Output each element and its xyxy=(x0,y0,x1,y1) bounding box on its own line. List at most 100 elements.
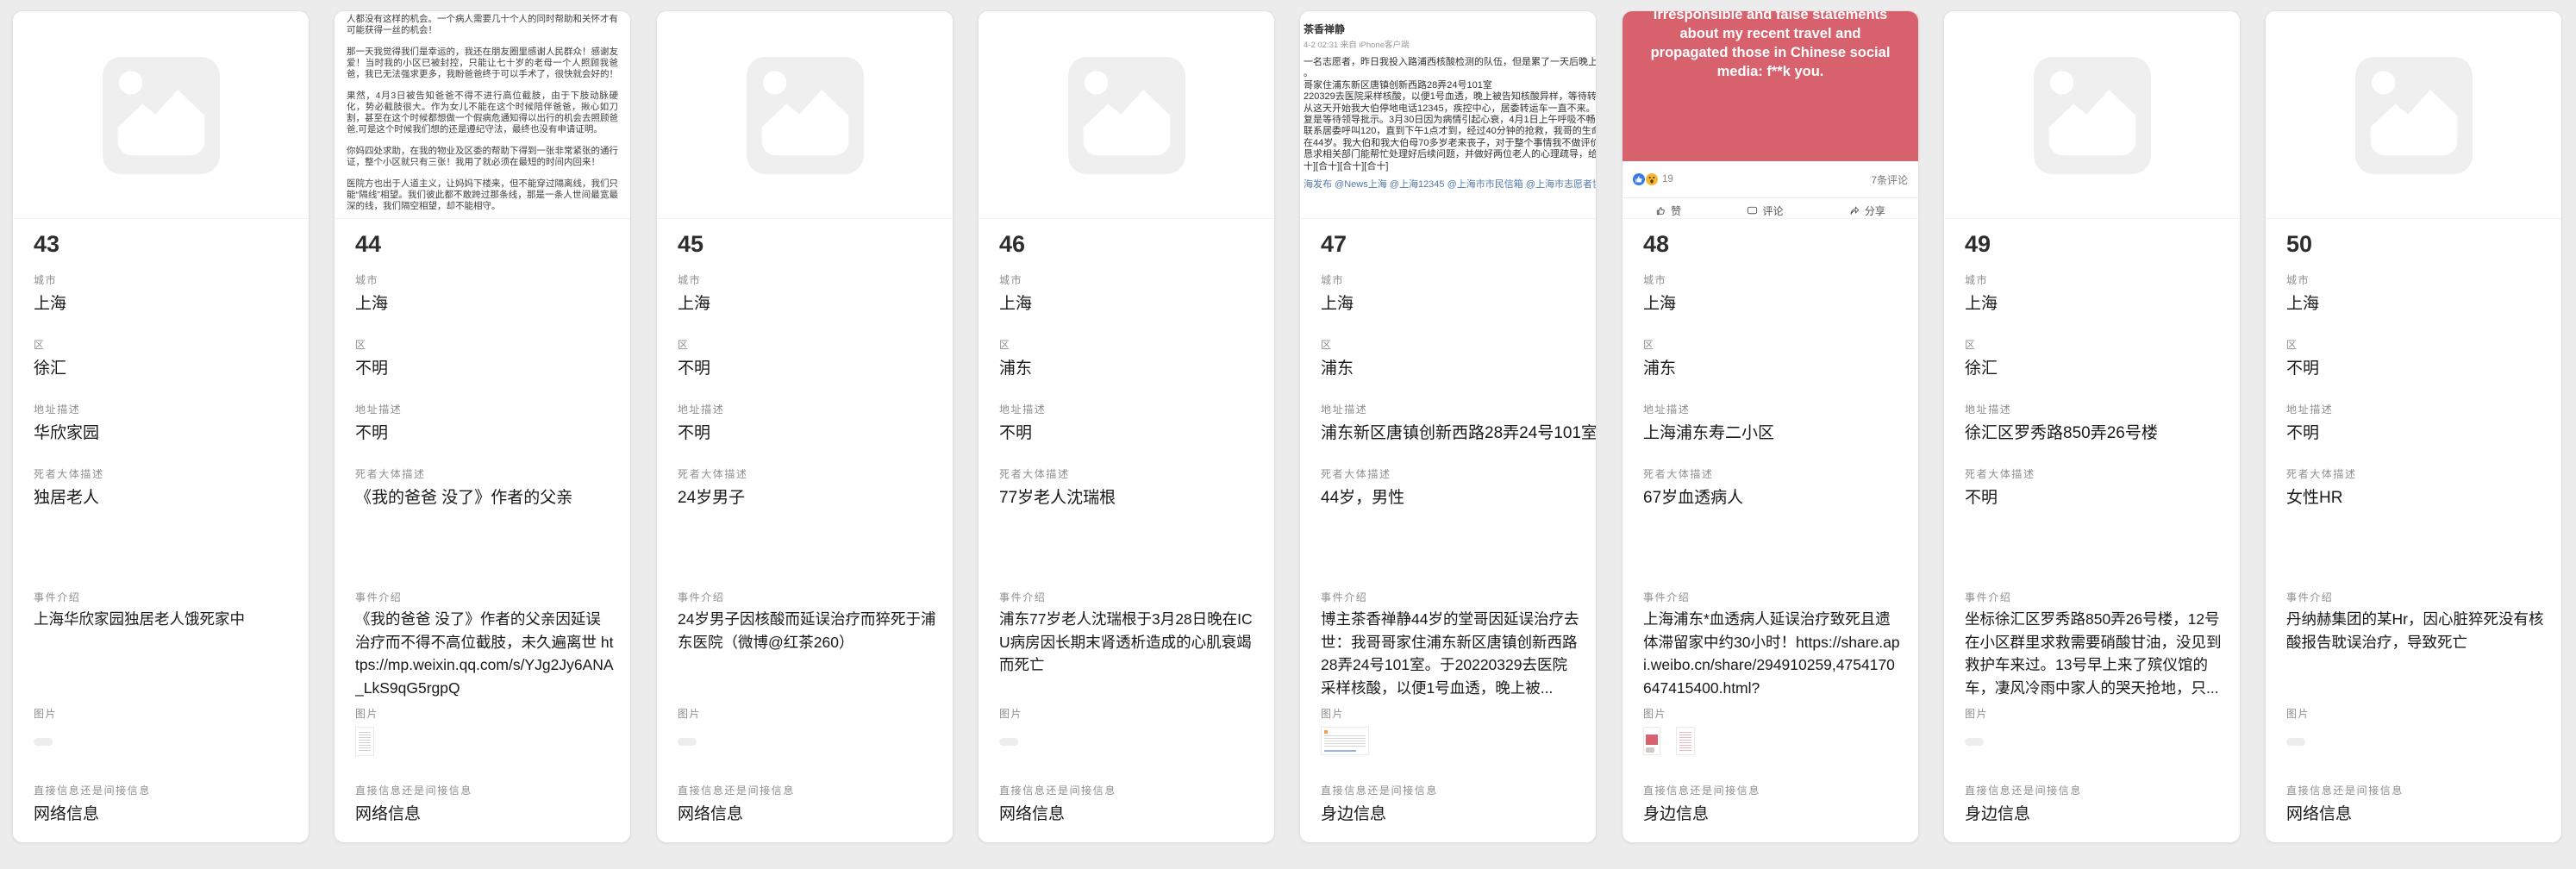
reaction-row: 19 7条评论 xyxy=(1623,161,1918,197)
red-image-thumbnail[interactable] xyxy=(1643,727,1660,755)
field-value-address: 浦东新区唐镇创新西路28弄24号101室 xyxy=(1321,420,1597,443)
field-label-event: 事件介绍 xyxy=(678,590,724,604)
field-label-city: 城市 xyxy=(1321,272,1344,287)
record-card[interactable]: 茶香禅静 4-2 02:31 来自 iPhone客户端 一名志愿者，昨日我投入路… xyxy=(1299,10,1597,843)
field-value-city: 上海 xyxy=(1321,291,1354,314)
record-card[interactable]: irresponsible and false statements about… xyxy=(1622,10,1919,843)
record-number: 47 xyxy=(1321,231,1347,258)
field-label-image: 图片 xyxy=(678,706,701,721)
gallery-page: 43 城市 上海 区 徐汇 地址描述 华欣家园 死者大体描述 独居老人 事件介绍… xyxy=(0,0,2576,869)
field-value-event: 浦东77岁老人沈瑞根于3月28日晚在ICU病房因长期末肾透析造成的心肌衰竭而死亡 xyxy=(999,608,1258,677)
field-label-event: 事件介绍 xyxy=(355,590,402,604)
red-statement-block: irresponsible and false statements about… xyxy=(1623,11,1918,161)
field-label-event: 事件介绍 xyxy=(2286,590,2333,604)
record-card[interactable]: 45 城市 上海 区 不明 地址描述 不明 死者大体描述 24岁男子 事件介绍 … xyxy=(656,10,953,843)
image-thumbnails xyxy=(355,727,374,760)
weibo-text-line: 从这天开始我大伯停地电话12345，疾控中心，居委转运车一直不来。永 xyxy=(1304,103,1596,115)
field-label-address: 地址描述 xyxy=(1965,402,2011,416)
field-value-direct: 身边信息 xyxy=(1643,801,1709,824)
field-value-city: 上海 xyxy=(1965,291,1998,314)
like-emoji-icon xyxy=(1633,173,1645,185)
record-card[interactable]: 50 城市 上海 区 不明 地址描述 不明 死者大体描述 女性HR 事件介绍 丹… xyxy=(2265,10,2562,843)
field-value-direct: 网络信息 xyxy=(999,801,1065,824)
field-value-address: 华欣家园 xyxy=(34,420,99,443)
field-value-city: 上海 xyxy=(355,291,388,314)
field-label-district: 区 xyxy=(1965,337,1977,352)
weibo-text-line: 哥家住浦东新区唐镇创新西路28弄24号101室 xyxy=(1304,80,1596,91)
field-label-deceased: 死者大体描述 xyxy=(1965,466,2035,481)
card-cover xyxy=(979,11,1274,219)
weibo-thumbnail[interactable] xyxy=(1321,727,1369,755)
field-value-city: 上海 xyxy=(34,291,66,314)
weibo-body: 一名志愿者，昨日我投入路浦西核酸检测的队伍，但是累了一天后晚上接。哥家住浦东新区… xyxy=(1304,57,1596,172)
field-value-district: 徐汇 xyxy=(1965,355,1998,378)
image-thumbnails xyxy=(2286,727,2305,760)
field-value-event: 丹纳赫集团的某Hr，因心脏猝死没有核酸报告耽误治疗，导致死亡 xyxy=(2286,608,2545,653)
field-value-district: 不明 xyxy=(355,355,388,378)
field-label-address: 地址描述 xyxy=(1643,402,1690,416)
record-number: 48 xyxy=(1643,231,1669,258)
record-number: 43 xyxy=(34,231,59,258)
field-value-deceased: 不明 xyxy=(1965,485,1998,508)
image-thumbnails xyxy=(34,727,53,760)
weibo-text-line: 恳求相关部门能帮忙处理好后续问题，并做好两位老人的心理疏导，给予 xyxy=(1304,149,1596,160)
empty-image-pill xyxy=(1965,738,1984,746)
field-label-deceased: 死者大体描述 xyxy=(678,466,748,481)
article-paragraph: 果然，4月3日被告知爸爸不得不进行高位截肢，由于下肢动脉硬化，势必截肢很大。作为… xyxy=(347,91,618,135)
field-label-deceased: 死者大体描述 xyxy=(2286,466,2357,481)
card-cover xyxy=(13,11,309,219)
weibo-text-line: 复是等待领导批示。3月30日因为病情引起心衰，4月1日上午呼吸不畅， xyxy=(1304,115,1596,126)
field-label-direct: 直接信息还是间接信息 xyxy=(1965,783,2082,797)
red-text-thumbnail[interactable] xyxy=(1676,727,1695,755)
field-value-address: 不明 xyxy=(2286,420,2319,443)
field-label-image: 图片 xyxy=(1321,706,1344,721)
record-card[interactable]: 43 城市 上海 区 徐汇 地址描述 华欣家园 死者大体描述 独居老人 事件介绍… xyxy=(12,10,309,843)
field-label-image: 图片 xyxy=(34,706,57,721)
image-placeholder-icon xyxy=(2355,57,2473,174)
field-label-deceased: 死者大体描述 xyxy=(1321,466,1391,481)
document-thumbnail[interactable] xyxy=(355,727,374,756)
field-label-direct: 直接信息还是间接信息 xyxy=(34,783,151,797)
field-value-address: 不明 xyxy=(999,420,1032,443)
field-label-deceased: 死者大体描述 xyxy=(1643,466,1714,481)
record-card[interactable]: 49 城市 上海 区 徐汇 地址描述 徐汇区罗秀路850弄26号楼 死者大体描述… xyxy=(1943,10,2241,843)
field-value-district: 不明 xyxy=(2286,355,2319,378)
empty-image-pill xyxy=(2286,738,2305,746)
weibo-timestamp: 4-2 02:31 来自 iPhone客户端 xyxy=(1304,38,1596,50)
field-label-address: 地址描述 xyxy=(678,402,724,416)
field-value-deceased: 24岁男子 xyxy=(678,485,745,508)
field-label-district: 区 xyxy=(355,337,367,352)
image-placeholder-icon xyxy=(2034,57,2151,174)
field-value-address: 徐汇区罗秀路850弄26号楼 xyxy=(1965,420,2158,443)
weibo-text-line: 一名志愿者，昨日我投入路浦西核酸检测的队伍，但是累了一天后晚上接 xyxy=(1304,57,1596,68)
field-label-deceased: 死者大体描述 xyxy=(355,466,426,481)
field-label-city: 城市 xyxy=(999,272,1022,287)
weibo-username: 茶香禅静 xyxy=(1304,22,1596,36)
field-label-direct: 直接信息还是间接信息 xyxy=(999,783,1116,797)
card-cover xyxy=(2266,11,2561,219)
field-label-district: 区 xyxy=(1321,337,1333,352)
statement-image: irresponsible and false statements about… xyxy=(1623,11,1918,219)
record-number: 49 xyxy=(1965,231,1991,258)
field-label-event: 事件介绍 xyxy=(1965,590,2011,604)
field-value-city: 上海 xyxy=(1643,291,1676,314)
field-value-city: 上海 xyxy=(999,291,1032,314)
weibo-text-line: 在44岁。我大伯和我大伯母70多岁老来丧子，对于整个事情我不做评价， xyxy=(1304,138,1596,149)
field-label-city: 城市 xyxy=(34,272,57,287)
wow-emoji-icon xyxy=(1646,173,1658,185)
field-value-direct: 网络信息 xyxy=(678,801,743,824)
field-value-address: 不明 xyxy=(678,420,710,443)
record-card[interactable]: 人都没有这样的机会。一个病人需要几十个人的同时帮助和关怀才有可能获得一丝的机会！… xyxy=(334,10,631,843)
field-value-deceased: 77岁老人沈瑞根 xyxy=(999,485,1116,508)
field-value-event: 上海浦东*血透病人延误治疗致死且遗体滞留家中约30小时！https://shar… xyxy=(1643,608,1902,699)
field-label-city: 城市 xyxy=(678,272,701,287)
record-card[interactable]: 46 城市 上海 区 浦东 地址描述 不明 死者大体描述 77岁老人沈瑞根 事件… xyxy=(978,10,1275,843)
field-value-deceased: 独居老人 xyxy=(34,485,99,508)
weibo-text-line: 220329去医院采样核酸，以便1号血透，晚上被告知核酸异样，等待转移 xyxy=(1304,91,1596,103)
field-label-address: 地址描述 xyxy=(1321,402,1367,416)
field-label-image: 图片 xyxy=(1643,706,1666,721)
field-label-district: 区 xyxy=(999,337,1011,352)
field-value-address: 不明 xyxy=(355,420,388,443)
weibo-screenshot: 茶香禅静 4-2 02:31 来自 iPhone客户端 一名志愿者，昨日我投入路… xyxy=(1300,11,1596,191)
field-value-address: 上海浦东寿二小区 xyxy=(1643,420,1774,443)
